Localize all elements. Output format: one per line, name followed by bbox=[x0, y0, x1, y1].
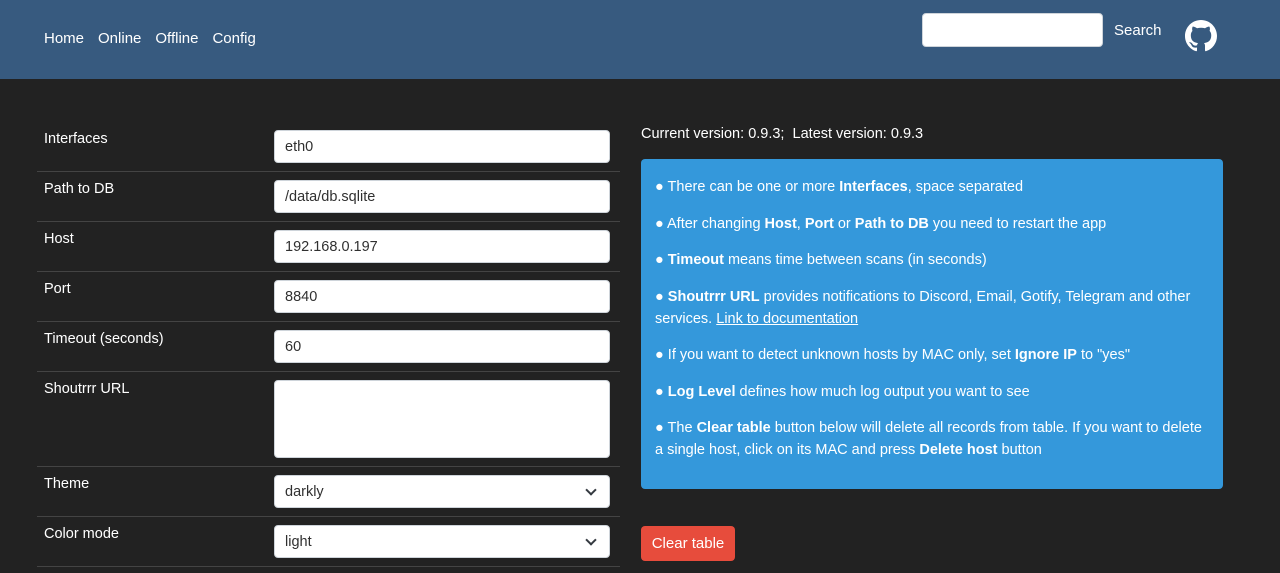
nav-links: Home Online Offline Config bbox=[44, 30, 270, 47]
db-path-row: Path to DB /data/db.sqlite bbox=[37, 172, 620, 222]
current-version-value: 0.9.3; bbox=[748, 126, 785, 142]
shoutrrr-row: Shoutrrr URL bbox=[37, 372, 620, 467]
nav-home-link[interactable]: Home bbox=[44, 30, 84, 47]
theme-select-value: darkly bbox=[285, 483, 324, 500]
db-path-label: Path to DB bbox=[44, 181, 115, 197]
latest-version-value: 0.9.3 bbox=[890, 126, 924, 142]
theme-label: Theme bbox=[44, 476, 90, 492]
interfaces-input[interactable]: eth0 bbox=[274, 130, 610, 163]
nav-online-link[interactable]: Online bbox=[98, 30, 141, 47]
shoutrrr-label: Shoutrrr URL bbox=[44, 381, 130, 397]
search-button[interactable]: Search bbox=[1114, 22, 1162, 39]
theme-row: Theme darkly bbox=[37, 467, 620, 517]
interfaces-label: Interfaces bbox=[44, 131, 108, 147]
color-mode-label: Color mode bbox=[44, 526, 119, 542]
help-panel: ● There can be one or more Interfaces, s… bbox=[641, 159, 1223, 489]
color-mode-select-value: light bbox=[285, 533, 312, 550]
github-icon[interactable] bbox=[1185, 20, 1217, 52]
host-input[interactable]: 192.168.0.197 bbox=[274, 230, 610, 263]
help-item: ● Shoutrrr URL provides notifications to… bbox=[655, 288, 1191, 327]
timeout-label: Timeout (seconds) bbox=[44, 331, 164, 347]
help-item: ● The Clear table button below will dele… bbox=[655, 420, 1202, 458]
navbar: Home Online Offline Config Search bbox=[0, 0, 1280, 79]
host-label: Host bbox=[44, 231, 74, 247]
timeout-row: Timeout (seconds) 60 bbox=[37, 322, 620, 372]
nav-offline-link[interactable]: Offline bbox=[155, 30, 198, 47]
current-version-label: Current version: bbox=[641, 126, 745, 142]
help-item: ● There can be one or more Interfaces, s… bbox=[655, 179, 1024, 195]
color-mode-row: Color mode light bbox=[37, 517, 620, 567]
db-path-input[interactable]: /data/db.sqlite bbox=[274, 180, 610, 213]
search-input[interactable] bbox=[922, 13, 1103, 47]
chevron-down-icon bbox=[585, 533, 597, 546]
help-item: ● If you want to detect unknown hosts by… bbox=[655, 347, 1130, 363]
latest-version-label: Latest version: bbox=[792, 126, 887, 142]
theme-select[interactable]: darkly bbox=[274, 475, 610, 508]
help-item: ● Log Level defines how much log output … bbox=[655, 383, 1030, 400]
color-mode-select[interactable]: light bbox=[274, 525, 610, 558]
host-row: Host 192.168.0.197 bbox=[37, 222, 620, 272]
interfaces-row: Interfaces eth0 bbox=[37, 122, 620, 172]
version-info: Current version: 0.9.3; Latest version: … bbox=[641, 126, 923, 142]
help-item: ● Timeout means time between scans (in s… bbox=[655, 252, 987, 268]
chevron-down-icon bbox=[585, 483, 597, 496]
port-label: Port bbox=[44, 281, 71, 297]
help-item: ● After changing Host, Port or Path to D… bbox=[655, 215, 1107, 232]
config-form: Interfaces eth0 Path to DB /data/db.sqli… bbox=[37, 122, 620, 567]
timeout-input[interactable]: 60 bbox=[274, 330, 610, 363]
port-row: Port 8840 bbox=[37, 272, 620, 322]
clear-table-button[interactable]: Clear table bbox=[641, 526, 735, 561]
port-input[interactable]: 8840 bbox=[274, 280, 610, 313]
documentation-link[interactable]: Link to documentation bbox=[716, 311, 858, 327]
shoutrrr-textarea[interactable] bbox=[274, 380, 610, 458]
nav-config-link[interactable]: Config bbox=[212, 30, 255, 47]
